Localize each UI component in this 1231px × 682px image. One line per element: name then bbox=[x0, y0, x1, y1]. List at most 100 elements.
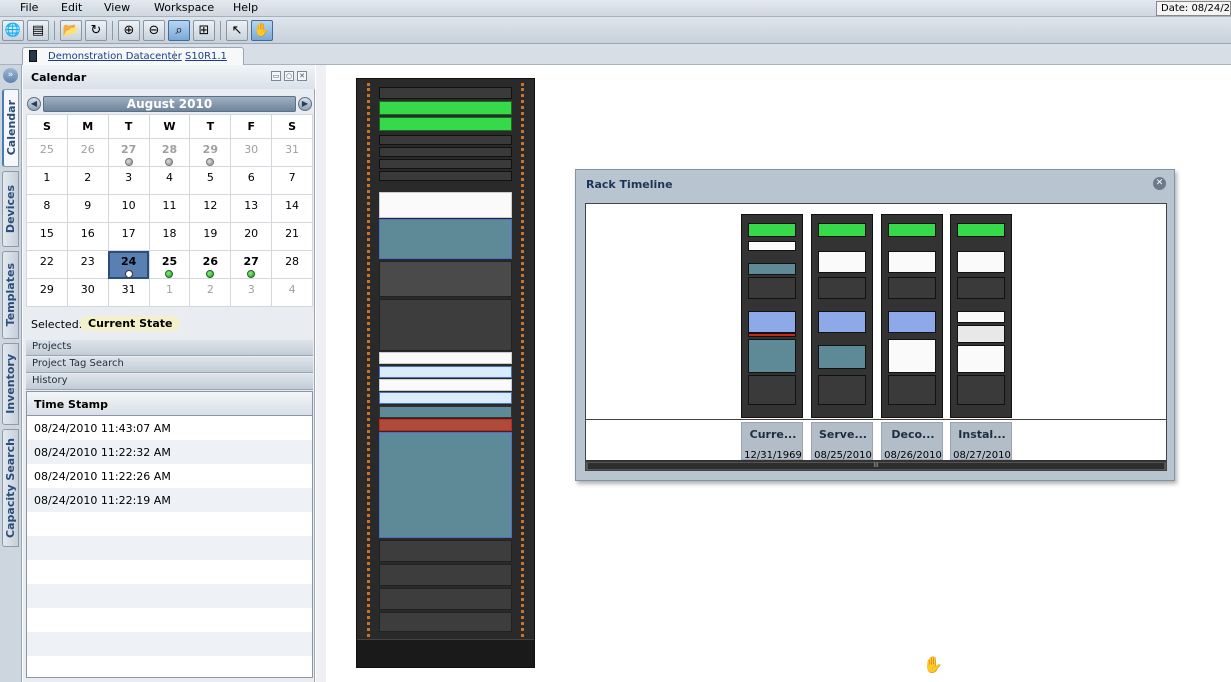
zoom-region-icon[interactable]: ⊞ bbox=[193, 20, 215, 41]
menu-help[interactable]: Help bbox=[233, 1, 258, 14]
history-row[interactable] bbox=[27, 656, 312, 677]
calendar-day[interactable]: 1 bbox=[26, 166, 68, 195]
empty-slot[interactable] bbox=[379, 379, 512, 391]
history-row[interactable] bbox=[27, 584, 312, 608]
calendar-day[interactable]: 28 bbox=[271, 250, 313, 279]
minimize-icon[interactable]: ▭ bbox=[271, 71, 281, 81]
timeline-rack[interactable] bbox=[881, 214, 943, 418]
accordion-projects[interactable]: Projects bbox=[26, 340, 313, 356]
calendar-day[interactable]: 1 bbox=[148, 278, 191, 307]
tab-calendar[interactable]: Calendar bbox=[2, 89, 19, 167]
alert-device[interactable] bbox=[379, 419, 512, 431]
calendar-day[interactable]: 2 bbox=[189, 278, 232, 307]
timeline-entry[interactable]: Deco... 08/26/2010 bbox=[881, 422, 943, 461]
zoom-fit-icon[interactable]: ⌕ bbox=[168, 20, 190, 41]
close-icon[interactable]: ✕ bbox=[297, 71, 307, 81]
calendar-day[interactable]: 4 bbox=[148, 166, 191, 195]
close-icon[interactable]: ✕ bbox=[1153, 177, 1166, 190]
menu-view[interactable]: View bbox=[104, 1, 130, 14]
accordion-history[interactable]: History bbox=[26, 374, 313, 390]
calendar-day[interactable]: 31 bbox=[107, 278, 150, 307]
calendar-day[interactable]: 27 bbox=[230, 250, 273, 279]
restore-icon[interactable]: ○ bbox=[284, 71, 294, 81]
history-row[interactable]: 08/24/2010 11:43:07 AM bbox=[27, 416, 312, 440]
server[interactable] bbox=[379, 540, 512, 562]
calendar-day[interactable]: 11 bbox=[148, 194, 191, 223]
hand-icon[interactable]: ✋ bbox=[251, 20, 273, 41]
menu-edit[interactable]: Edit bbox=[61, 1, 82, 14]
scrollbar-thumb[interactable]: III bbox=[588, 463, 1164, 469]
calendar-day[interactable]: 27 bbox=[107, 138, 150, 167]
history-row[interactable] bbox=[27, 632, 312, 656]
calendar-day[interactable]: 26 bbox=[66, 138, 109, 167]
calendar-day[interactable]: 3 bbox=[230, 278, 273, 307]
server[interactable] bbox=[379, 261, 512, 297]
highlighted-slot[interactable] bbox=[379, 366, 512, 378]
rack-device[interactable] bbox=[379, 171, 512, 181]
calendar-day[interactable]: 8 bbox=[26, 194, 68, 223]
menu-file[interactable]: File bbox=[20, 1, 38, 14]
timeline-scrollbar[interactable]: III bbox=[586, 460, 1166, 470]
calendar-day[interactable]: 17 bbox=[107, 222, 150, 251]
zoom-out-icon[interactable]: ⊖ bbox=[143, 20, 165, 41]
tab-capacity-search[interactable]: Capacity Search bbox=[2, 429, 19, 547]
timeline-entry[interactable]: Instal... 08/27/2010 bbox=[950, 422, 1012, 461]
timeline-rack[interactable] bbox=[741, 214, 803, 418]
server[interactable] bbox=[379, 564, 512, 586]
calendar-day[interactable]: 2 bbox=[66, 166, 109, 195]
calendar-day[interactable]: 29 bbox=[189, 138, 232, 167]
folder-icon[interactable]: 📂 bbox=[60, 20, 82, 41]
calendar-day[interactable]: 9 bbox=[66, 194, 109, 223]
server-icon[interactable]: ▤ bbox=[27, 20, 49, 41]
history-row[interactable] bbox=[27, 536, 312, 560]
calendar-day[interactable]: 13 bbox=[230, 194, 273, 223]
calendar-day[interactable]: 15 bbox=[26, 222, 68, 251]
patch-panel[interactable] bbox=[379, 87, 512, 99]
accordion-project-tag-search[interactable]: Project Tag Search bbox=[26, 357, 313, 373]
empty-slot[interactable] bbox=[379, 352, 512, 364]
calendar-day[interactable]: 19 bbox=[189, 222, 232, 251]
calendar-day[interactable]: 28 bbox=[148, 138, 191, 167]
calendar-day[interactable]: 16 bbox=[66, 222, 109, 251]
calendar-day[interactable]: 21 bbox=[271, 222, 313, 251]
refresh-icon[interactable]: ↻ bbox=[85, 20, 107, 41]
calendar-day[interactable]: 5 bbox=[189, 166, 232, 195]
rack-device[interactable] bbox=[379, 159, 512, 169]
menu-workspace[interactable]: Workspace bbox=[154, 1, 214, 14]
selected-device[interactable] bbox=[379, 219, 512, 259]
calendar-day[interactable]: 7 bbox=[271, 166, 313, 195]
rack-device[interactable] bbox=[379, 147, 512, 157]
server[interactable] bbox=[379, 406, 512, 418]
rack-device[interactable] bbox=[379, 135, 512, 145]
tab-inventory[interactable]: Inventory bbox=[2, 343, 19, 425]
server[interactable] bbox=[379, 588, 512, 610]
calendar-day[interactable]: 18 bbox=[148, 222, 191, 251]
calendar-day[interactable]: 25 bbox=[148, 250, 191, 279]
calendar-day[interactable]: 3 bbox=[107, 166, 150, 195]
calendar-day[interactable]: 29 bbox=[26, 278, 68, 307]
calendar-day[interactable]: 4 bbox=[271, 278, 313, 307]
timeline-rack[interactable] bbox=[950, 214, 1012, 418]
network-switch[interactable] bbox=[379, 101, 512, 115]
calendar-day[interactable]: 12 bbox=[189, 194, 232, 223]
timeline-entry[interactable]: Serve... 08/25/2010 bbox=[811, 422, 873, 461]
timeline-entry[interactable]: Curre... 12/31/1969 bbox=[741, 422, 803, 461]
calendar-day[interactable]: 6 bbox=[230, 166, 273, 195]
calendar-day[interactable]: 23 bbox=[66, 250, 109, 279]
history-row[interactable] bbox=[27, 560, 312, 584]
empty-slot[interactable] bbox=[379, 192, 512, 218]
calendar-day[interactable]: 24 bbox=[107, 250, 150, 279]
server[interactable] bbox=[379, 299, 512, 351]
history-row[interactable]: 08/24/2010 11:22:26 AM bbox=[27, 464, 312, 488]
server[interactable] bbox=[379, 612, 512, 632]
expand-arrow-icon[interactable]: » bbox=[3, 68, 18, 83]
history-row[interactable] bbox=[27, 608, 312, 632]
history-column-header[interactable]: Time Stamp bbox=[27, 392, 312, 416]
selected-device[interactable] bbox=[379, 432, 512, 538]
breadcrumb-rack[interactable]: S10R1.1 bbox=[185, 51, 227, 62]
calendar-day[interactable]: 22 bbox=[26, 250, 68, 279]
calendar-day[interactable]: 30 bbox=[230, 138, 273, 167]
highlighted-slot[interactable] bbox=[379, 392, 512, 404]
history-row[interactable]: 08/24/2010 11:22:19 AM bbox=[27, 488, 312, 512]
history-row[interactable] bbox=[27, 512, 312, 536]
